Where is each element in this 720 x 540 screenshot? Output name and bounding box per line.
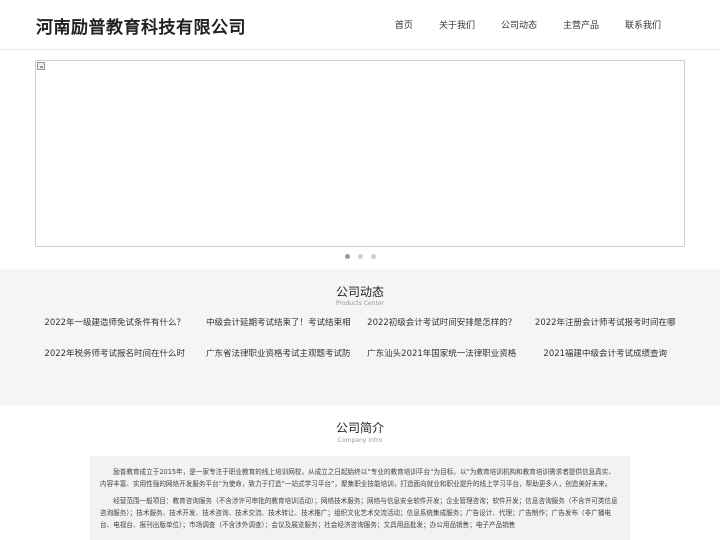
news-title: 公司动态 <box>335 285 384 299</box>
carousel-dots <box>0 254 720 259</box>
nav-contact[interactable]: 联系我们 <box>625 18 661 31</box>
news-list: 2022年一级建造师免试条件有什么？ 中级会计延期考试结束了！考试结束相 202… <box>33 318 687 359</box>
carousel-dot-1[interactable] <box>344 254 350 259</box>
about-title: 公司简介 <box>335 421 384 435</box>
news-item[interactable]: 2022初级会计考试时间安排是怎样的？ <box>360 318 524 328</box>
carousel-dot-3[interactable] <box>370 254 376 259</box>
news-item[interactable]: 2022年注册会计师考试报考时间在哪 <box>524 318 688 328</box>
nav-home[interactable]: 首页 <box>395 18 413 31</box>
news-item[interactable]: 2022年税务师考试报名时间在什么时 <box>33 349 197 359</box>
site-logo[interactable]: 河南励普教育科技有限公司 <box>36 13 246 38</box>
nav-about[interactable]: 关于我们 <box>439 18 475 31</box>
site-header: 河南励普教育科技有限公司 首页 关于我们 公司动态 主营产品 联系我们 <box>0 0 720 50</box>
news-item[interactable]: 广东汕头2021年国家统一法律职业资格 <box>360 349 524 359</box>
about-content: 励普教育成立于2015年，是一家专注于职业教育的线上培训网校，从成立之日起始终以… <box>90 456 630 540</box>
about-section: 公司简介 Company Intro 励普教育成立于2015年，是一家专注于职业… <box>0 405 720 540</box>
banner-area <box>0 50 720 269</box>
banner-image[interactable] <box>35 60 685 247</box>
news-item[interactable]: 广东省法律职业资格考试主观题考试防 <box>197 349 361 359</box>
news-item[interactable]: 2021福建中级会计考试成绩查询 <box>524 349 688 359</box>
about-subtitle: Company Intro <box>337 437 383 444</box>
broken-image-icon <box>37 62 45 70</box>
news-item[interactable]: 2022年一级建造师免试条件有什么？ <box>33 318 197 328</box>
nav-news[interactable]: 公司动态 <box>501 18 537 31</box>
about-paragraph: 励普教育成立于2015年，是一家专注于职业教育的线上培训网校，从成立之日起始终以… <box>100 468 615 489</box>
about-paragraph: 经营范围一般项目：教育咨询服务（不含涉许可审批的教育培训活动）；网络技术服务；网… <box>100 496 618 530</box>
nav-products[interactable]: 主营产品 <box>563 18 599 31</box>
news-subtitle: Products Center <box>335 300 384 307</box>
news-item[interactable]: 中级会计延期考试结束了！考试结束相 <box>197 318 361 328</box>
main-nav: 首页 关于我们 公司动态 主营产品 联系我们 <box>369 18 661 31</box>
news-section: 公司动态 Products Center 2022年一级建造师免试条件有什么？ … <box>0 269 720 405</box>
carousel-dot-2[interactable] <box>357 254 363 259</box>
